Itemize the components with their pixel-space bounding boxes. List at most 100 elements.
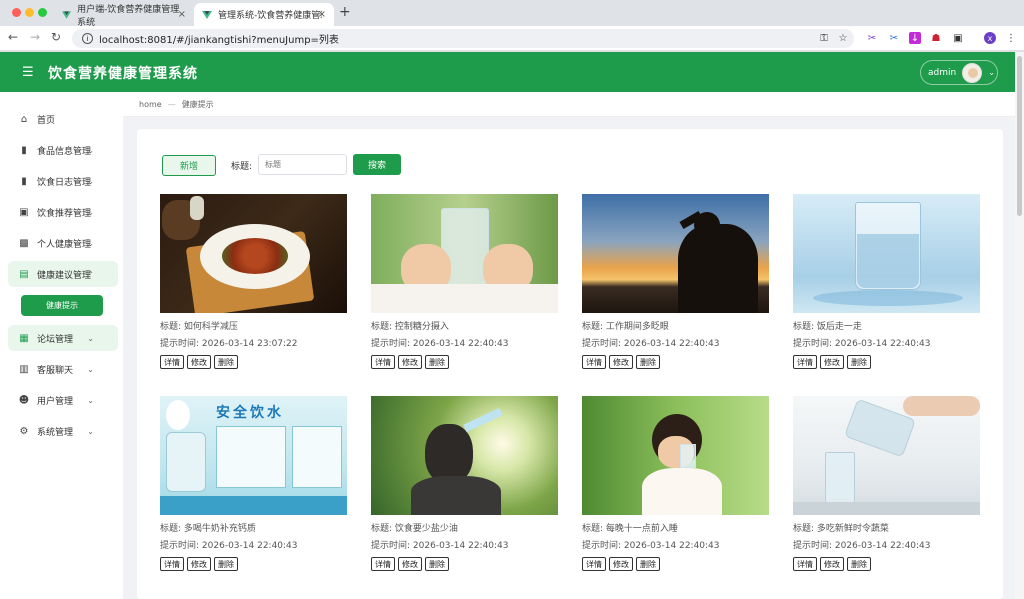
sidebar-item-health-advice[interactable]: ▤ 健康建议管理 ⌃ <box>8 261 118 287</box>
tip-image-food[interactable] <box>160 194 347 313</box>
sliders-icon: ▥ <box>19 363 29 375</box>
sidebar-item-forum[interactable]: ▦ 论坛管理 ⌄ <box>8 325 118 351</box>
title-value: 工作期间多眨眼 <box>605 322 669 332</box>
detail-button[interactable]: 详情 <box>160 355 184 369</box>
tip-time: 提示时间: 2026-03-14 23:07:22 <box>160 336 350 349</box>
close-icon[interactable]: × <box>178 9 186 20</box>
scrollbar-thumb[interactable] <box>1017 56 1022 216</box>
sidebar-item-users[interactable]: ☻ 用户管理 ⌄ <box>8 387 118 413</box>
title-prefix: 标题: <box>793 524 815 534</box>
browser-tab-user[interactable]: 用户端-饮食营养健康管理系统 × <box>54 3 194 28</box>
time-value: 2026-03-14 22:40:43 <box>623 339 720 349</box>
detail-button[interactable]: 详情 <box>793 557 817 571</box>
sidebar-item-chat[interactable]: ▥ 客服聊天 ⌄ <box>8 356 118 382</box>
sidebar-item-diet-recommend[interactable]: ▣ 饮食推荐管理 ⌄ <box>8 199 118 225</box>
tip-image-sunset-drink[interactable] <box>582 194 769 313</box>
edit-button[interactable]: 修改 <box>609 557 633 571</box>
edit-button[interactable]: 修改 <box>398 557 422 571</box>
bookmark-star-icon[interactable]: ☆ <box>837 32 849 44</box>
back-icon[interactable]: ← <box>8 30 18 44</box>
browser-tab-bar: 用户端-饮食营养健康管理系统 × 管理系统-饮食营养健康管理系 × + <box>0 0 1024 28</box>
tip-image-water-splash[interactable] <box>793 194 980 313</box>
extensions-icon[interactable]: ▣ <box>952 32 964 44</box>
delete-button[interactable]: 删除 <box>425 355 449 369</box>
delete-button[interactable]: 删除 <box>214 355 238 369</box>
breadcrumb-home[interactable]: home <box>139 100 162 109</box>
key-icon[interactable]: ⚿ <box>818 32 830 44</box>
detail-button[interactable]: 详情 <box>793 355 817 369</box>
edit-button[interactable]: 修改 <box>820 355 844 369</box>
reload-icon[interactable]: ↻ <box>51 30 61 44</box>
tip-title: 标题: 工作期间多眨眼 <box>582 319 772 332</box>
sidebar-item-diet-log[interactable]: ▮ 饮食日志管理 ⌄ <box>8 168 118 194</box>
tip-image-water-poster[interactable]: 安全饮水 <box>160 396 347 515</box>
delete-button[interactable]: 删除 <box>847 355 871 369</box>
title-prefix: 标题: <box>582 524 604 534</box>
tip-image-woman-drinking[interactable] <box>371 396 558 515</box>
time-prefix: 提示时间: <box>793 339 833 349</box>
browser-tab-admin[interactable]: 管理系统-饮食营养健康管理系 × <box>194 3 334 26</box>
search-input[interactable] <box>258 154 347 175</box>
search-button[interactable]: 搜索 <box>353 154 401 175</box>
close-window-icon[interactable] <box>12 8 21 17</box>
detail-button[interactable]: 详情 <box>371 355 395 369</box>
tip-actions: 详情 修改 删除 <box>582 355 772 369</box>
user-menu[interactable]: admin ⌄ <box>920 60 998 85</box>
sidebar-subitem-health-tips[interactable]: 健康提示 <box>21 295 103 316</box>
tip-image-water-glass[interactable] <box>371 194 558 313</box>
close-icon[interactable]: × <box>318 9 326 20</box>
delete-button[interactable]: 删除 <box>636 355 660 369</box>
tip-image-pitcher-pour[interactable] <box>793 396 980 515</box>
tab-title: 用户端-饮食营养健康管理系统 <box>77 4 180 28</box>
settings-icon: ⚙ <box>19 425 29 437</box>
add-button[interactable]: 新增 <box>162 155 216 176</box>
site-info-icon[interactable]: i <box>82 33 93 44</box>
tip-card: 安全饮水 标题: 多喝牛奶补充钙质 提示时间: 2026-03-14 22:40… <box>160 396 350 571</box>
scissors-blue-icon[interactable]: ✂ <box>888 32 900 44</box>
download-icon[interactable]: ↓ <box>909 32 921 44</box>
edit-button[interactable]: 修改 <box>609 355 633 369</box>
delete-button[interactable]: 删除 <box>214 557 238 571</box>
tip-time: 提示时间: 2026-03-14 22:40:43 <box>582 538 772 551</box>
edit-button[interactable]: 修改 <box>187 557 211 571</box>
chevron-down-icon: ⌄ <box>87 207 94 217</box>
tip-title: 标题: 每晚十一点前入睡 <box>582 521 772 534</box>
detail-button[interactable]: 详情 <box>582 355 606 369</box>
detail-button[interactable]: 详情 <box>371 557 395 571</box>
tip-card: 标题: 多吃新鲜时令蔬菜 提示时间: 2026-03-14 22:40:43 详… <box>793 396 983 571</box>
poster-heading: 安全饮水 <box>216 405 284 421</box>
scissors-icon[interactable]: ✂ <box>866 32 878 44</box>
robot-icon[interactable]: ☗ <box>930 32 942 44</box>
delete-button[interactable]: 删除 <box>847 557 871 571</box>
chevron-down-icon: ⌄ <box>87 364 94 374</box>
page-scrollbar[interactable] <box>1015 52 1024 599</box>
sidebar-item-system[interactable]: ⚙ 系统管理 ⌄ <box>8 418 118 444</box>
profile-avatar[interactable]: x <box>984 32 996 44</box>
edit-button[interactable]: 修改 <box>820 557 844 571</box>
sidebar-item-personal-health[interactable]: ▩ 个人健康管理 ⌄ <box>8 230 118 256</box>
forward-icon[interactable]: → <box>30 30 40 44</box>
tip-card: 标题: 饮食要少盐少油 提示时间: 2026-03-14 22:40:43 详情… <box>371 396 561 571</box>
title-value: 控制糖分摄入 <box>394 322 449 332</box>
detail-button[interactable]: 详情 <box>582 557 606 571</box>
delete-button[interactable]: 删除 <box>636 557 660 571</box>
sidebar-item-food[interactable]: ▮ 食品信息管理 ⌄ <box>8 137 118 163</box>
more-menu-icon[interactable]: ⋮ <box>1005 32 1017 44</box>
menu-toggle-icon[interactable]: ☰ <box>22 65 34 80</box>
tip-time: 提示时间: 2026-03-14 22:40:43 <box>371 336 561 349</box>
title-prefix: 标题: <box>793 322 815 332</box>
tip-image-girl-drinking[interactable] <box>582 396 769 515</box>
maximize-window-icon[interactable] <box>38 8 47 17</box>
edit-button[interactable]: 修改 <box>187 355 211 369</box>
tip-title: 标题: 如何科学减压 <box>160 319 350 332</box>
delete-button[interactable]: 删除 <box>425 557 449 571</box>
sidebar-item-home[interactable]: ⌂ 首页 <box>8 106 118 132</box>
detail-button[interactable]: 详情 <box>160 557 184 571</box>
edit-button[interactable]: 修改 <box>398 355 422 369</box>
tip-card: 标题: 每晚十一点前入睡 提示时间: 2026-03-14 22:40:43 详… <box>582 396 772 571</box>
time-value: 2026-03-14 22:40:43 <box>412 339 509 349</box>
url-input[interactable]: i localhost:8081/#/jiankangtishi?menuJum… <box>72 29 854 48</box>
minimize-window-icon[interactable] <box>25 8 34 17</box>
new-tab-icon[interactable]: + <box>339 4 351 20</box>
sidebar: ⌂ 首页 ▮ 食品信息管理 ⌄ ▮ 饮食日志管理 ⌄ ▣ 饮食推荐管理 ⌄ ▩ … <box>0 92 123 599</box>
